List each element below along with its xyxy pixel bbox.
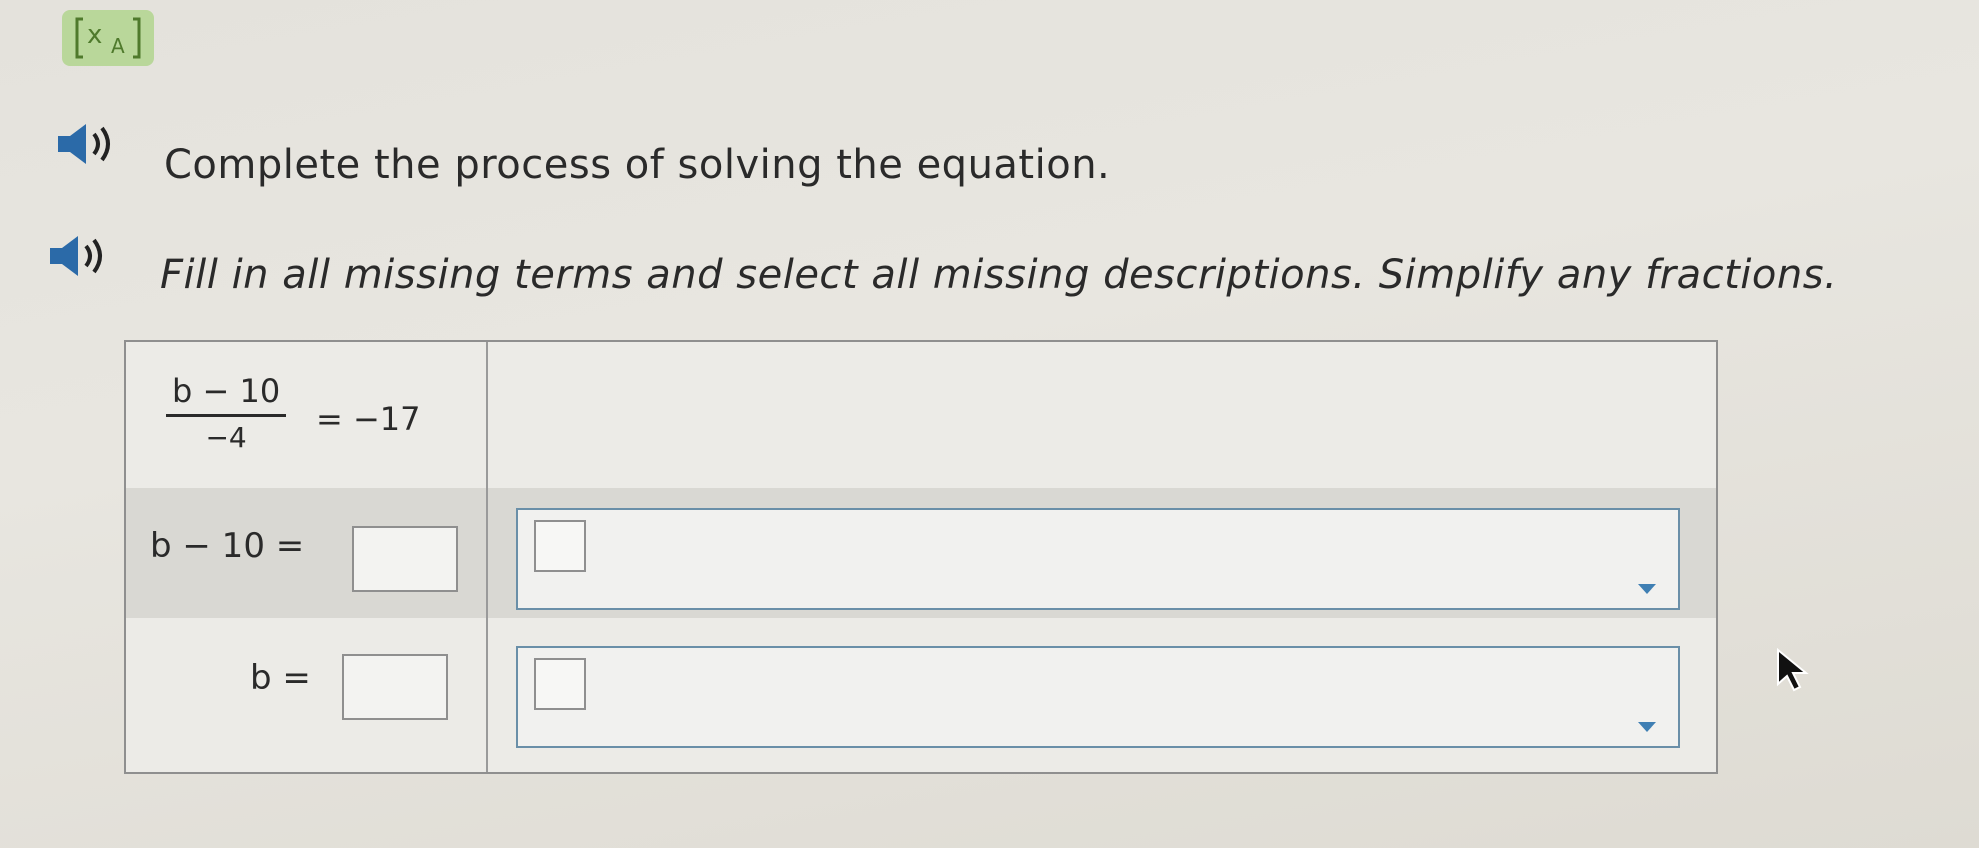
translate-button[interactable]: x A [62,10,154,66]
column-divider [486,342,488,772]
chevron-down-icon [1638,584,1656,594]
translate-icon: x A [75,17,141,59]
step3-description-value [534,658,586,710]
instruction-fill-missing: Fill in all missing terms and select all… [160,252,1838,298]
fraction-numerator: b − 10 [172,372,281,410]
translate-glyph-sub: A [111,34,125,58]
speaker-icon[interactable] [46,232,108,280]
fraction-denominator: −4 [205,421,247,454]
step2-answer-input[interactable] [352,526,458,592]
cursor-icon [1777,648,1809,692]
equation-rhs: = −17 [316,400,421,438]
step-row-1: b − 10 −4 = −17 [126,342,1716,488]
step3-answer-input[interactable] [342,654,448,720]
translate-glyph-main: x [87,20,102,50]
fraction-expression: b − 10 −4 [166,372,287,454]
speaker-icon[interactable] [54,120,116,168]
step3-lhs: b = [250,658,311,698]
step-row-3: b = [126,618,1716,772]
step2-lhs: b − 10 = [150,526,305,566]
chevron-down-icon [1638,722,1656,732]
solution-steps-table: b − 10 −4 = −17 b − 10 = b = [124,340,1718,774]
step3-description-dropdown[interactable] [516,646,1680,748]
step-row-2: b − 10 = [126,488,1716,618]
step2-description-dropdown[interactable] [516,508,1680,610]
page: x A Complete the process of solving the … [0,0,1979,848]
step2-description-value [534,520,586,572]
instruction-complete-process: Complete the process of solving the equa… [164,142,1111,188]
